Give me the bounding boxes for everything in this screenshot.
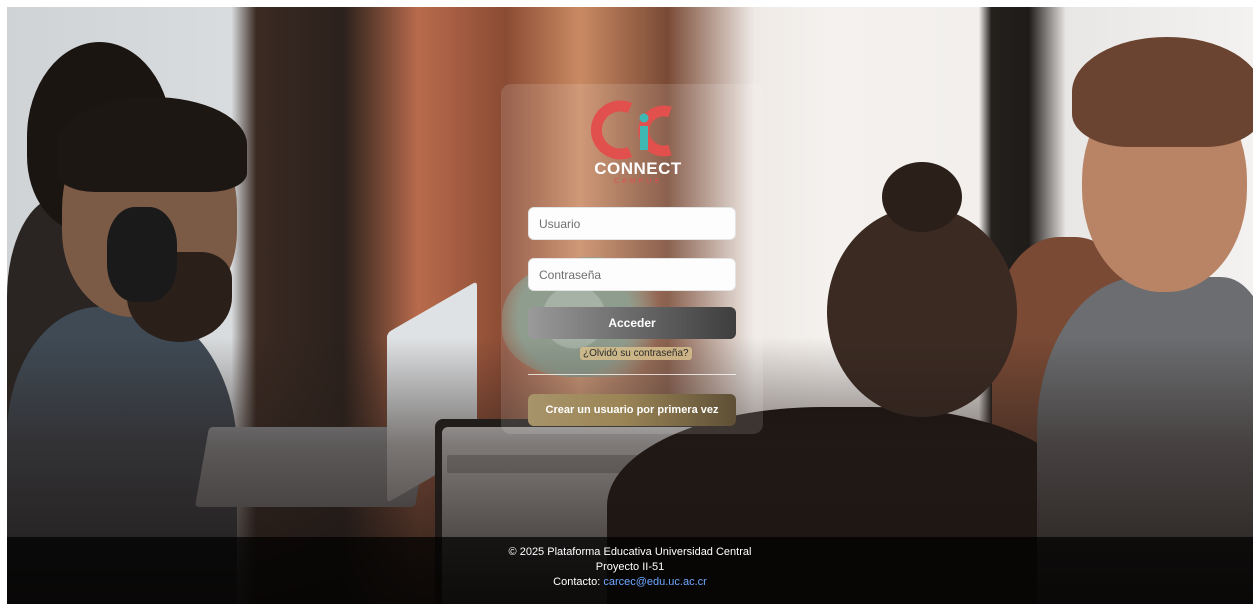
forgot-password-link[interactable]: ¿Olvidó su contraseña? <box>580 347 692 360</box>
footer-contact-label: Contacto: <box>553 576 601 588</box>
login-page: CONNECT CAMPUS Acceder ¿Olvidó su contra… <box>7 7 1253 604</box>
username-input[interactable] <box>528 207 736 240</box>
footer-contact: Contacto: carcec@edu.uc.ac.cr <box>7 575 1253 590</box>
headphones <box>107 207 177 302</box>
create-user-button[interactable]: Crear un usuario por primera vez <box>528 394 736 426</box>
footer-project: Proyecto II-51 <box>595 561 665 573</box>
brand-logo: CONNECT CAMPUS <box>568 100 708 195</box>
brand-name: CONNECT <box>594 159 682 178</box>
password-input[interactable] <box>528 258 736 291</box>
connect-campus-logo-icon <box>590 100 672 160</box>
footer-copyright: © 2025 Plataforma Educativa Universidad … <box>508 546 752 558</box>
divider <box>528 374 736 375</box>
footer: © 2025 Plataforma Educativa Universidad … <box>7 537 1253 604</box>
login-button[interactable]: Acceder <box>528 307 736 339</box>
contact-email-link[interactable]: carcec@edu.uc.ac.cr <box>603 576 707 588</box>
brand-subtitle: CAMPUS <box>614 178 662 185</box>
